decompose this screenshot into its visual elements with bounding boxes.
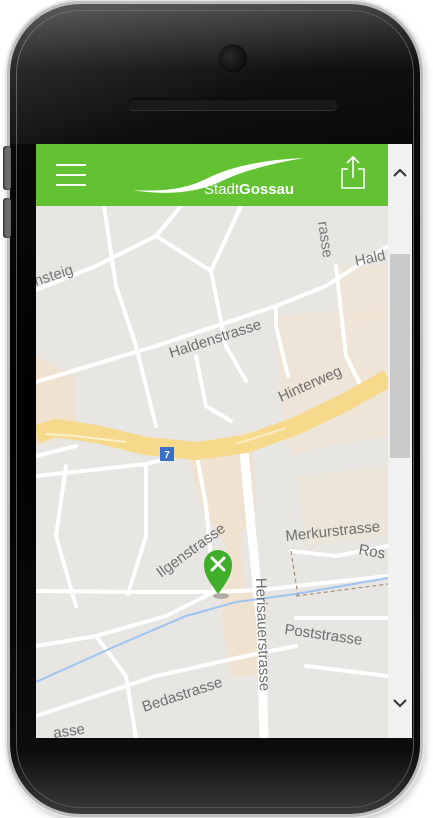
scroll-down-icon[interactable] xyxy=(388,690,412,718)
app-screen: StadtGossau 7 nsteig Hald rasse Haldenst… xyxy=(36,144,412,738)
scroll-up-icon[interactable] xyxy=(388,158,412,186)
logo-text-regular: Stadt xyxy=(204,181,240,198)
stadt-gossau-logo[interactable]: StadtGossau xyxy=(128,152,308,200)
phone-gloss xyxy=(10,4,420,144)
scrollbar-thumb[interactable] xyxy=(390,254,410,458)
scrollbar[interactable] xyxy=(388,144,412,738)
map-canvas[interactable]: 7 nsteig Hald rasse Haldenstrasse Hinter… xyxy=(36,204,393,738)
hamburger-icon[interactable] xyxy=(56,164,86,186)
speaker-grille xyxy=(128,98,338,110)
app-header: StadtGossau xyxy=(36,144,388,206)
volume-down-button xyxy=(3,198,11,238)
route-number-label: 7 xyxy=(164,450,170,461)
share-icon[interactable] xyxy=(336,154,370,192)
logo-text: StadtGossau xyxy=(204,181,294,198)
map-view[interactable]: 7 nsteig Hald rasse Haldenstrasse Hinter… xyxy=(36,204,393,738)
front-camera xyxy=(218,44,248,74)
volume-up-button xyxy=(3,146,11,190)
logo-text-bold: Gossau xyxy=(239,181,295,198)
